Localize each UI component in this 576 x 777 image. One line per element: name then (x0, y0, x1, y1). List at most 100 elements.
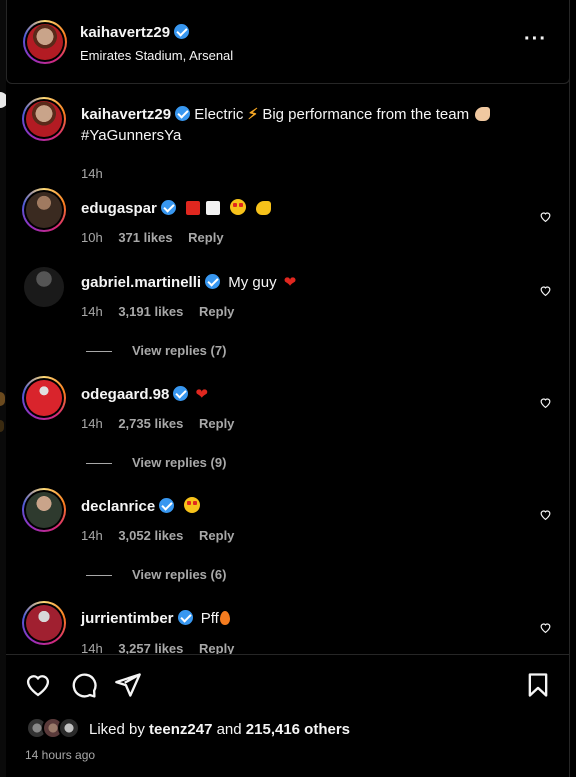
comment-avatar[interactable] (22, 601, 66, 645)
comment-icon[interactable] (70, 671, 98, 699)
background-glimpse (0, 420, 4, 432)
comment-avatar[interactable] (24, 267, 64, 307)
comment-text: My guy (228, 274, 277, 291)
caption-hashtag[interactable]: #YaGunnersYa (81, 127, 181, 144)
comment-username[interactable]: odegaard.98 (81, 386, 169, 403)
view-replies-label[interactable]: View replies (6) (132, 567, 226, 582)
comment-time: 14h (81, 304, 103, 319)
caption-text-part: Big performance from the team (262, 106, 470, 123)
liked-by-user[interactable]: teenz247 (149, 721, 212, 738)
more-options-icon[interactable]: ··· (524, 29, 547, 49)
comment-meta: 14h 3,257 likes Reply (81, 641, 246, 654)
caption-text-part: Electric (194, 106, 244, 123)
liked-by-and: and (216, 721, 242, 738)
caption-text: kaihavertz29 Electric ⚡︎ Big performance… (81, 104, 551, 146)
verified-icon (177, 610, 193, 625)
fire-icon (219, 611, 230, 625)
verified-icon (175, 106, 191, 121)
reply-button[interactable]: Reply (188, 230, 223, 245)
star-struck-icon (184, 497, 201, 513)
caption-meta: 14h (81, 166, 115, 181)
caption-username[interactable]: kaihavertz29 (81, 106, 171, 123)
verified-icon (160, 200, 176, 215)
comment-body: jurrientimber Pff (81, 610, 230, 627)
post-header: kaihavertz29 Emirates Stadium, Arsenal ·… (6, 0, 570, 84)
red-heart-icon: ❤︎ (283, 274, 297, 291)
comment-username[interactable]: jurrientimber (81, 610, 174, 627)
reply-button[interactable]: Reply (199, 528, 234, 543)
lightning-icon: ⚡︎ (247, 106, 259, 123)
comment-meta: 14h 3,052 likes Reply (81, 528, 246, 543)
comment-time: 14h (81, 416, 103, 431)
comment-body: gabriel.martinelli My guy ❤︎ (81, 273, 296, 291)
divider-line (86, 463, 112, 465)
comment-likes[interactable]: 2,735 likes (118, 416, 183, 431)
comment-meta: 10h 371 likes Reply (81, 230, 236, 245)
comments-list[interactable]: kaihavertz29 Electric ⚡︎ Big performance… (6, 84, 570, 654)
comment-row: gabriel.martinelli My guy ❤︎ 14h 3,191 l… (6, 264, 570, 364)
heart-icon[interactable] (24, 671, 52, 699)
reply-button[interactable]: Reply (199, 641, 234, 654)
like-comment-icon[interactable] (539, 284, 552, 297)
caption-time: 14h (81, 166, 103, 181)
comment-likes[interactable]: 3,191 likes (118, 304, 183, 319)
author-username[interactable]: kaihavertz29 (80, 24, 190, 41)
comment-row: jurrientimber Pff 14h 3,257 likes Reply (6, 601, 570, 654)
comment-time: 14h (81, 641, 103, 654)
view-replies-button[interactable]: View replies (7) (86, 343, 226, 358)
comment-meta: 14h 3,191 likes Reply (81, 304, 246, 319)
comment-likes[interactable]: 3,257 likes (118, 641, 183, 654)
view-replies-label[interactable]: View replies (7) (132, 343, 226, 358)
liked-by-prefix: Liked by (89, 721, 145, 738)
red-square-icon (186, 201, 201, 215)
reply-button[interactable]: Reply (199, 304, 234, 319)
comment-likes[interactable]: 371 likes (118, 230, 172, 245)
post-location[interactable]: Emirates Stadium, Arsenal (80, 48, 233, 63)
bookmark-icon[interactable] (524, 671, 552, 699)
liker-avatar[interactable] (58, 717, 80, 739)
red-heart-icon: ❤︎ (195, 386, 209, 403)
comment-likes[interactable]: 3,052 likes (118, 528, 183, 543)
author-username-text[interactable]: kaihavertz29 (80, 24, 170, 41)
comment-avatar[interactable] (22, 376, 66, 420)
comment-username[interactable]: edugaspar (81, 200, 157, 217)
view-replies-label[interactable]: View replies (9) (132, 455, 226, 470)
liked-by-text: Liked by teenz247 and 215,416 others (89, 721, 350, 738)
caption: kaihavertz29 Electric ⚡︎ Big performance… (6, 97, 570, 181)
comment-username[interactable]: gabriel.martinelli (81, 274, 201, 291)
like-comment-icon[interactable] (539, 508, 552, 521)
like-comment-icon[interactable] (539, 396, 552, 409)
view-replies-button[interactable]: View replies (9) (86, 455, 226, 470)
star-struck-icon (230, 199, 247, 215)
comment-text: Pff (200, 610, 219, 627)
verified-icon (205, 274, 221, 289)
post-actions: Liked by teenz247 and 215,416 others 14 … (6, 654, 570, 777)
comment-meta: 14h 2,735 likes Reply (81, 416, 246, 431)
divider-line (86, 575, 112, 577)
comment-row: odegaard.98 ❤︎ 14h 2,735 likes Reply Vie… (6, 376, 570, 476)
verified-icon (173, 386, 189, 401)
verified-icon (174, 24, 190, 39)
like-comment-icon[interactable] (539, 621, 552, 634)
post-panel: kaihavertz29 Emirates Stadium, Arsenal ·… (6, 0, 570, 777)
comment-username[interactable]: declanrice (81, 498, 155, 515)
comment-body: declanrice (81, 497, 201, 515)
send-icon[interactable] (114, 671, 142, 699)
likes-count[interactable]: 215,416 others (246, 721, 350, 738)
post-timestamp[interactable]: 14 hours ago (25, 748, 95, 762)
comment-body: edugaspar (81, 199, 272, 217)
like-comment-icon[interactable] (539, 210, 552, 223)
reply-button[interactable]: Reply (199, 416, 234, 431)
comment-avatar[interactable] (22, 188, 66, 232)
comment-row: declanrice 14h 3,052 likes Reply View re… (6, 488, 570, 588)
view-replies-button[interactable]: View replies (6) (86, 567, 226, 582)
divider-line (86, 351, 112, 353)
flexed-biceps-icon (256, 201, 272, 215)
comment-avatar[interactable] (22, 488, 66, 532)
author-avatar[interactable] (23, 20, 67, 64)
background-glimpse (0, 392, 5, 406)
caption-avatar[interactable] (22, 97, 66, 141)
liked-by-avatars[interactable] (26, 717, 88, 741)
verified-icon (159, 498, 175, 513)
comment-time: 14h (81, 528, 103, 543)
